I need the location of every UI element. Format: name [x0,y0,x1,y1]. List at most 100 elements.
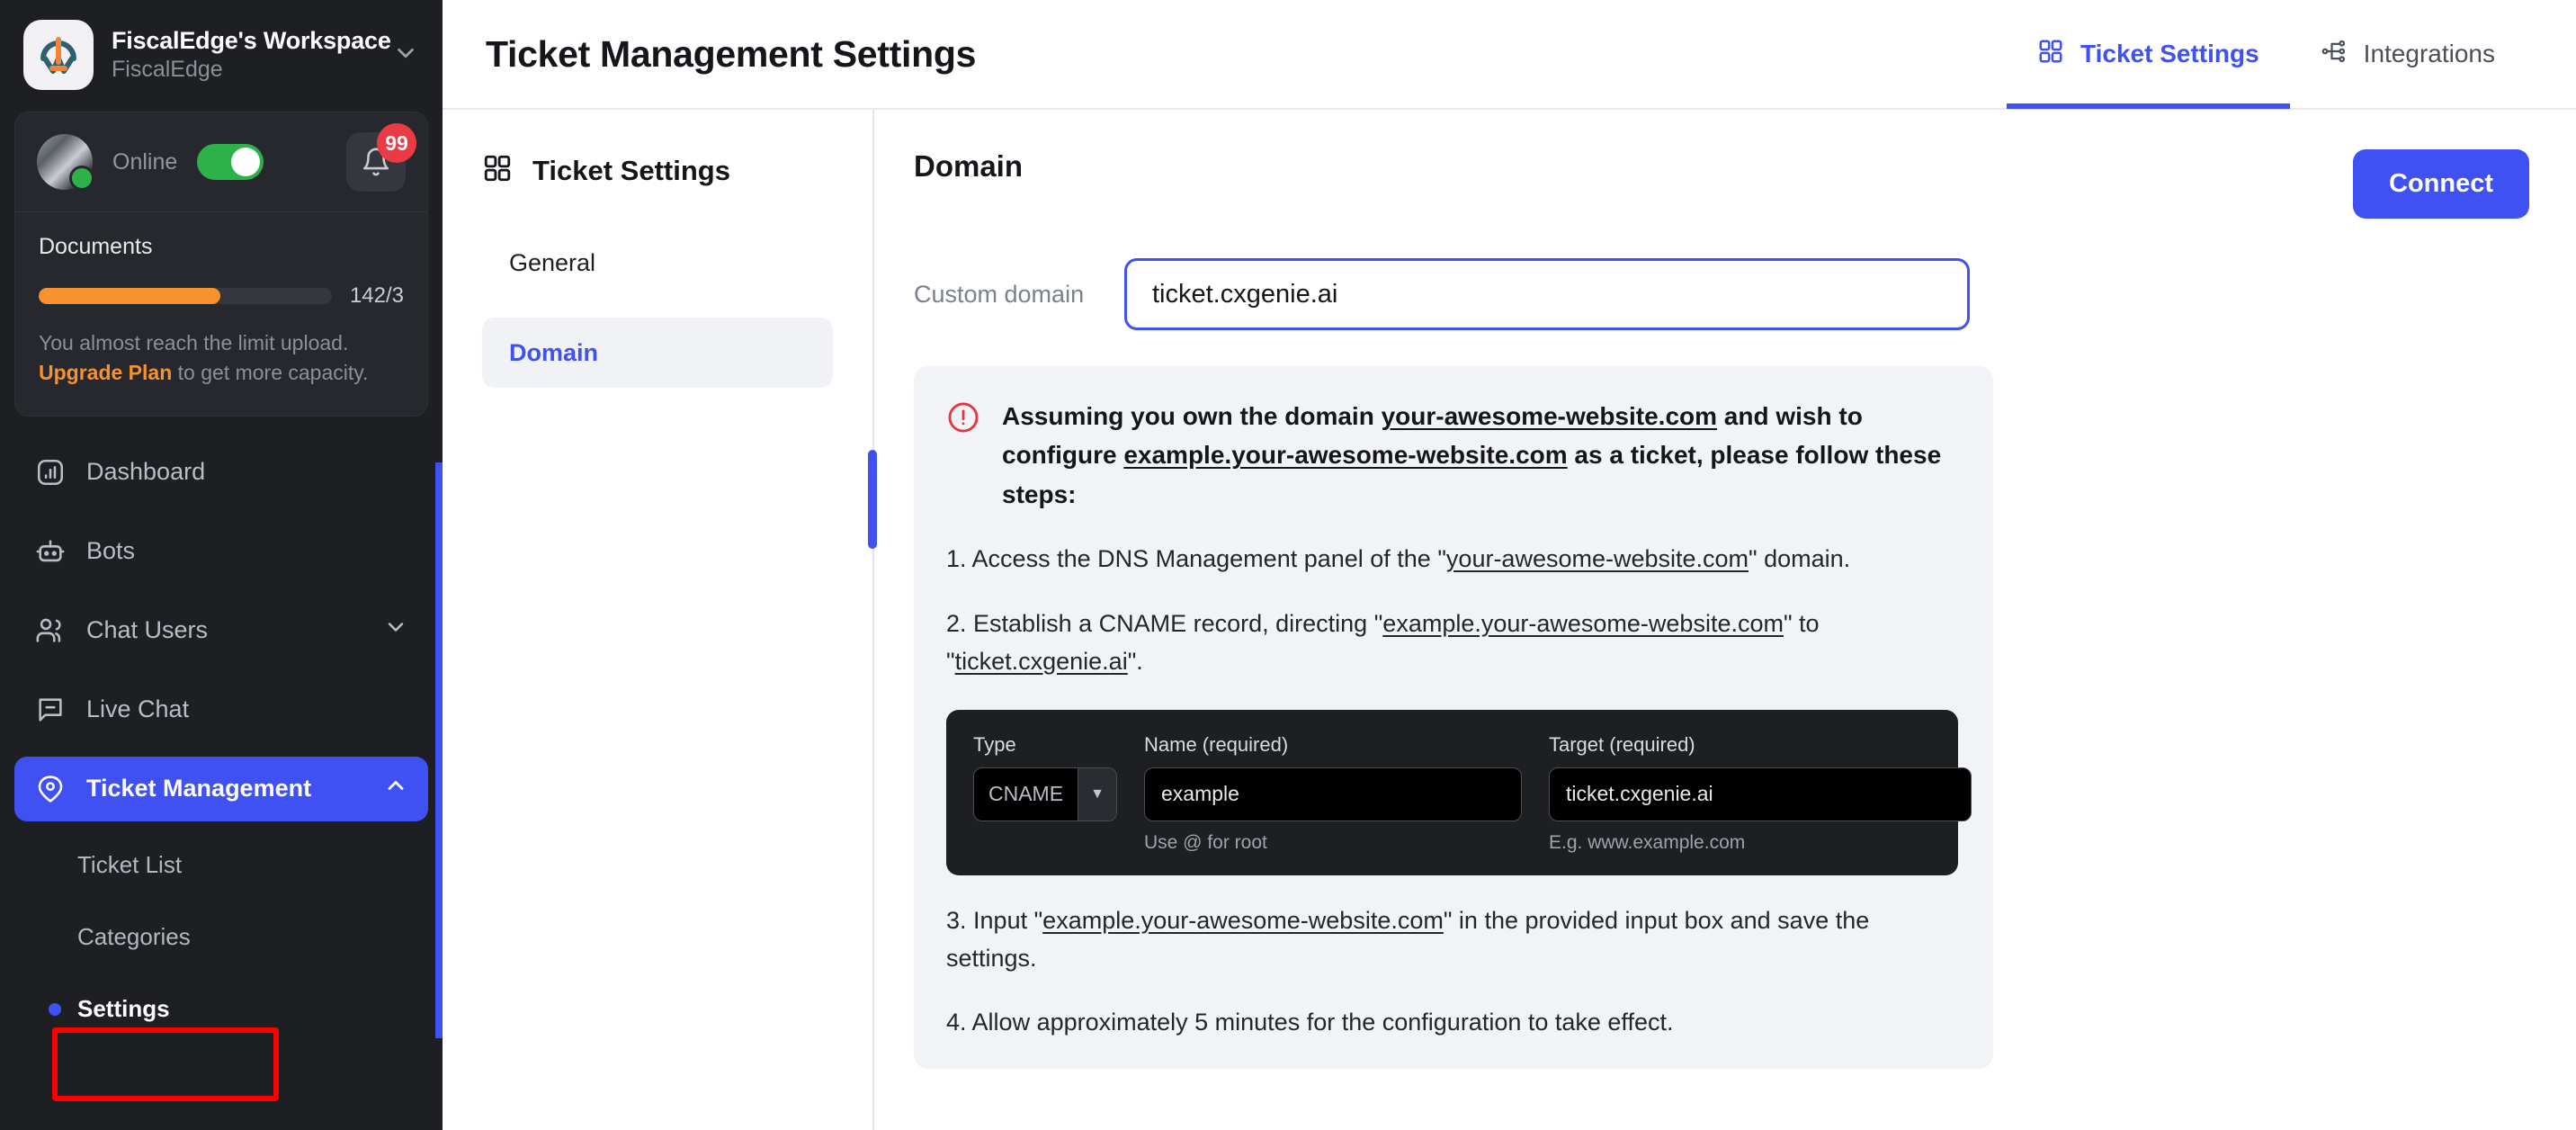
tag-icon [34,773,67,805]
sub-item-label: Settings [77,995,170,1023]
sidebar-scrollbar[interactable] [435,462,443,1038]
dashboard-icon [34,456,67,489]
quota-progress-fill [39,288,221,304]
sidebar-item-bots[interactable]: Bots [14,519,428,584]
sidebar-item-chat-users[interactable]: Chat Users [14,598,428,663]
top-header: Ticket Management Settings Ticket Settin… [443,0,2576,110]
dns-name-input[interactable] [1144,767,1522,821]
alert-link-1[interactable]: your-awesome-website.com [1382,402,1717,430]
step-before: Establish a CNAME record, directing " [966,610,1383,638]
sidebar-item-categories[interactable]: Categories [14,908,428,967]
step-before: Input " [966,906,1043,934]
bot-icon [34,535,67,568]
alert-text-part1: Assuming you own the domain [1002,402,1382,430]
dns-target-column: Target (required) E.g. www.example.com [1549,733,1972,854]
sidebar-item-dashboard[interactable]: Dashboard [14,440,428,505]
users-icon [34,614,67,647]
settings-sidebar-title: Ticket Settings [532,154,730,186]
dns-type-select[interactable]: CNAME ▼ [973,767,1117,821]
workspace-title: FiscalEdge's Workspace [112,27,391,54]
online-toggle[interactable] [197,144,264,180]
chat-bubble-icon [34,694,67,726]
upgrade-plan-link[interactable]: Upgrade Plan [39,361,172,384]
dns-name-column: Name (required) Use @ for root [1144,733,1522,854]
dns-type-value: CNAME [988,782,1064,806]
connect-button[interactable]: Connect [2353,149,2529,219]
sidebar-item-label: Dashboard [86,458,206,486]
chevron-down-icon[interactable]: ▼ [1078,767,1116,821]
dns-name-hint: Use @ for root [1144,831,1267,853]
quota-note: You almost reach the limit upload. Upgra… [39,328,404,389]
custom-domain-input[interactable] [1124,258,1970,330]
sidebar-item-ticket-management[interactable]: Ticket Management [14,756,428,821]
step-4: 4. Allow approximately 5 minutes for the… [946,1004,1961,1042]
dns-type-column: Type CNAME ▼ [973,733,1117,854]
tab-label: Integrations [2363,40,2495,67]
toggle-knob [231,148,261,176]
workspace-logo [23,20,94,90]
step-after: ". [1127,647,1143,675]
alert-link-2[interactable]: example.your-awesome-website.com [1123,441,1567,469]
step-before: Allow approximately 5 minutes for the co… [966,1009,1674,1036]
avatar[interactable] [37,134,94,191]
integration-node-icon [2321,38,2348,71]
settings-sidebar-heading: Ticket Settings [482,153,833,188]
step-link-2[interactable]: ticket.cxgenie.ai [955,648,1128,675]
dns-target-input[interactable] [1549,767,1972,821]
quota-title: Documents [39,234,153,259]
grid-icon [482,153,513,188]
notifications[interactable]: 99 [346,123,416,192]
sidebar-item-ticket-list[interactable]: Ticket List [14,836,428,895]
chevron-up-icon[interactable] [383,773,408,804]
dns-target-hint: E.g. www.example.com [1549,831,1746,853]
dns-name-label: Name (required) [1144,732,1289,756]
sidebar-item-label: Ticket Management [86,775,312,803]
app-root: FiscalEdge's Workspace FiscalEdge Online [0,0,2576,1130]
documents-quota: Documents 142/3 You almost reach the lim… [15,212,427,416]
settings-nav-item-domain[interactable]: Domain [482,318,833,388]
quota-bar-row: 142/3 [39,283,404,309]
tab-label: Ticket Settings [2080,40,2259,67]
sidebar: FiscalEdge's Workspace FiscalEdge Online [0,0,443,1130]
workspace-names: FiscalEdge's Workspace FiscalEdge [112,27,391,83]
step-number: 2. [946,610,967,638]
section-title: Domain [914,149,1024,183]
step-link[interactable]: example.your-awesome-website.com [1042,907,1444,934]
dns-type-label: Type [973,732,1016,756]
header-tabs: Ticket Settings Integrations [2007,0,2526,109]
settings-nav-item-general[interactable]: General [482,228,833,298]
settings-nav-scrollbar[interactable] [868,450,877,549]
sidebar-item-settings[interactable]: Settings [14,980,428,1039]
dns-instructions-alert: Assuming you own the domain your-awesome… [914,366,1993,1070]
step-3: 3. Input "example.your-awesome-website.c… [946,902,1961,978]
content-panel: Domain Connect Custom domain Assuming yo… [874,110,2576,1130]
notification-badge: 99 [377,123,416,163]
tab-ticket-settings[interactable]: Ticket Settings [2007,0,2290,109]
chevron-down-icon[interactable] [392,40,419,71]
user-status-card: Online 99 Documents 142/3 You almost rea… [14,112,428,417]
alert-header: Assuming you own the domain your-awesome… [946,397,1961,514]
sub-item-label: Categories [77,923,191,951]
chevron-down-icon[interactable] [383,614,408,646]
step-link[interactable]: example.your-awesome-website.com [1382,610,1784,637]
custom-domain-label: Custom domain [914,280,1085,308]
step-2: 2. Establish a CNAME record, directing "… [946,605,1961,681]
step-number: 3. [946,906,967,934]
page-title: Ticket Management Settings [486,32,977,75]
quota-progress-track [39,288,332,304]
sidebar-item-label: Live Chat [86,695,190,723]
tab-integrations[interactable]: Integrations [2290,0,2526,109]
status-label: Online [112,148,178,175]
sidebar-item-live-chat[interactable]: Live Chat [14,677,428,742]
sidebar-item-label: Bots [86,537,136,565]
workspace-switcher[interactable]: FiscalEdge's Workspace FiscalEdge [0,0,443,106]
content-header: Domain Connect [914,149,2529,219]
user-status-row: Online 99 [15,112,427,212]
main-area: Ticket Management Settings Ticket Settin… [443,0,2576,1130]
active-dot-icon [49,1002,61,1016]
sub-item-label: Ticket List [77,851,183,879]
grid-icon [2037,38,2064,71]
custom-domain-field: Custom domain [914,258,2529,330]
step-link[interactable]: your-awesome-website.com [1446,545,1749,572]
dns-record-card: Type CNAME ▼ Name (required) Use @ for r… [946,709,1972,875]
